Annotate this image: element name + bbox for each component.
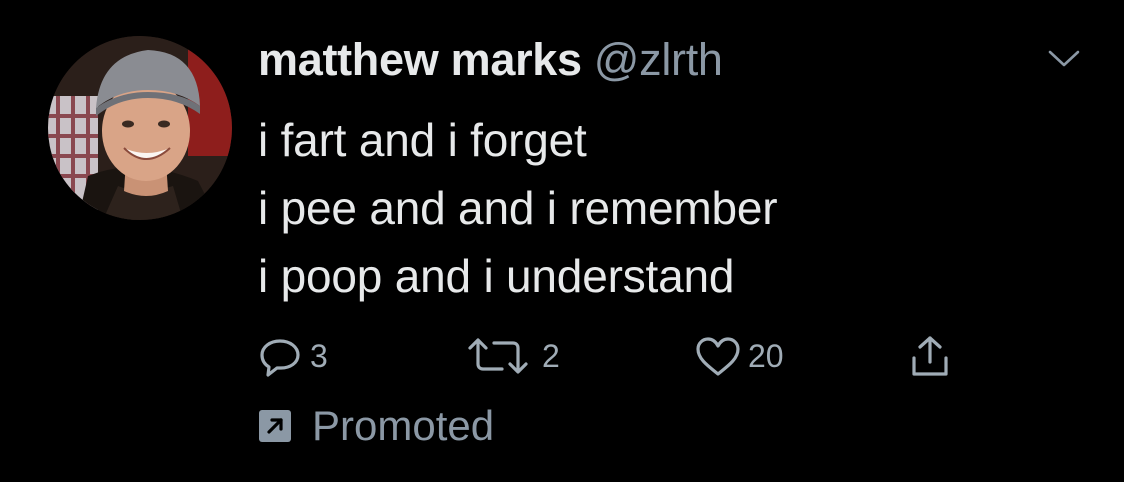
like-count: 20 [748,337,784,374]
retweet-count: 2 [542,337,560,374]
tweet-actions: 3 2 20 [256,334,976,378]
reply-count: 3 [310,337,328,374]
display-name[interactable]: matthew marks [258,34,582,86]
promoted-arrow-icon [259,410,291,442]
share-icon [912,336,948,376]
reply-button[interactable]: 3 [256,334,328,378]
tweet-card[interactable]: matthew marks @zlrth i fart and i forget… [0,0,1124,482]
user-handle[interactable]: @zlrth [594,34,723,86]
promoted-badge: Promoted [258,402,494,450]
avatar-photo [48,36,232,220]
heart-icon [696,337,740,376]
chevron-down-icon [1048,50,1080,67]
like-button[interactable]: 20 [692,334,784,378]
promoted-label: Promoted [312,402,495,449]
tweet-header: matthew marks @zlrth [258,34,723,90]
tweet-text-line: i poop and i understand [258,250,735,302]
retweet-button[interactable]: 2 [464,334,560,378]
retweet-icon [468,338,528,374]
tweet-text: i fart and i forget i pee and and i reme… [258,106,1018,310]
tweet-menu-button[interactable] [1044,44,1084,72]
share-button[interactable] [904,334,956,378]
avatar[interactable] [48,36,232,220]
reply-icon [260,339,300,377]
tweet-text-line: i fart and i forget [258,114,587,166]
tweet-text-line: i pee and and i remember [258,182,778,234]
